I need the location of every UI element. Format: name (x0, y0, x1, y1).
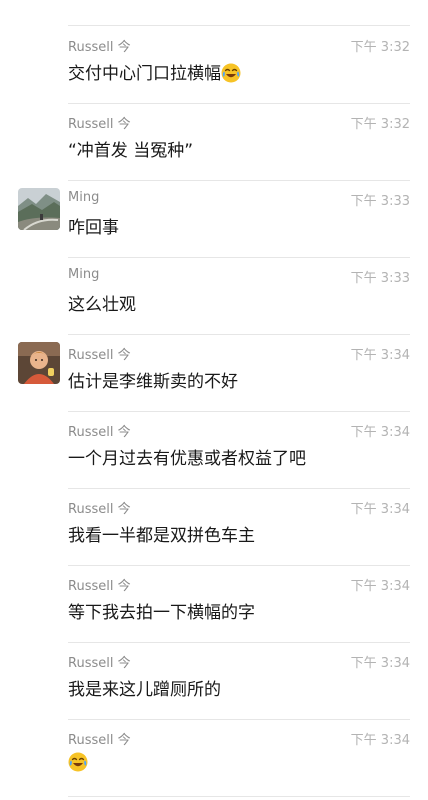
child-portrait-avatar[interactable] (18, 342, 60, 384)
message-item[interactable]: Ming 下午 3:33 咋回事 (0, 181, 428, 258)
message-text: “冲首发 当冤种” (68, 141, 194, 161)
divider (68, 25, 410, 26)
chat-message-list[interactable]: Russell 今 下午 3:32 交付中心门口拉横幅 Russell 今 下午… (0, 0, 428, 800)
mountain-road-avatar[interactable] (18, 188, 60, 230)
message-text: 交付中心门口拉横幅 (68, 64, 221, 84)
laughing-crying-emoji-icon (68, 752, 88, 772)
sender-name: Ming (68, 267, 100, 282)
message-time: 下午 3:34 (350, 502, 410, 517)
message-text-container (68, 752, 88, 773)
message-text: 估计是李维斯卖的不好 (68, 372, 238, 392)
sender-name: Russell 今 (68, 579, 131, 594)
sender-name: Russell 今 (68, 40, 131, 55)
message-text-container: 交付中心门口拉横幅 (68, 59, 241, 84)
message-time: 下午 3:32 (350, 117, 410, 132)
sender-name: Russell 今 (68, 425, 131, 440)
message-text: 这么壮观 (68, 295, 136, 315)
sender-name: Russell 今 (68, 348, 131, 363)
message-time: 下午 3:34 (350, 579, 410, 594)
message-item[interactable]: Ming 下午 3:33 这么壮观 (0, 258, 428, 335)
sender-name: Ming (68, 190, 100, 205)
sender-name: Russell 今 (68, 656, 131, 671)
message-time: 下午 3:34 (350, 348, 410, 363)
message-item[interactable]: Russell 今 下午 3:34 我是来这儿蹭厕所的 (0, 643, 428, 720)
message-text: 等下我去拍一下横幅的字 (68, 603, 255, 623)
message-item[interactable]: Russell 今 下午 3:32 “冲首发 当冤种” (0, 104, 428, 181)
message-time: 下午 3:32 (350, 40, 410, 55)
divider (68, 796, 410, 797)
message-item[interactable]: Russell 今 下午 3:34 (0, 720, 428, 797)
message-time: 下午 3:34 (350, 733, 410, 748)
message-text: 咋回事 (68, 218, 119, 238)
sender-name: Russell 今 (68, 502, 131, 517)
message-item[interactable]: Russell 今 下午 3:34 我看一半都是双拼色车主 (0, 489, 428, 566)
message-text: 一个月过去有优惠或者权益了吧 (68, 449, 306, 469)
message-time: 下午 3:33 (350, 271, 410, 286)
message-item[interactable]: Russell 今 下午 3:34 等下我去拍一下横幅的字 (0, 566, 428, 643)
message-text: 我是来这儿蹭厕所的 (68, 680, 221, 700)
message-item[interactable]: Russell 今 下午 3:34 一个月过去有优惠或者权益了吧 (0, 412, 428, 489)
message-time: 下午 3:34 (350, 425, 410, 440)
sender-name: Russell 今 (68, 117, 131, 132)
message-time: 下午 3:33 (350, 194, 410, 209)
message-text: 我看一半都是双拼色车主 (68, 526, 255, 546)
laughing-crying-emoji-icon (221, 63, 241, 83)
message-item[interactable]: Russell 今 下午 3:34 估计是李维斯卖的不好 (0, 335, 428, 412)
message-item[interactable]: Russell 今 下午 3:32 交付中心门口拉横幅 (0, 27, 428, 104)
message-time: 下午 3:34 (350, 656, 410, 671)
sender-name: Russell 今 (68, 733, 131, 748)
